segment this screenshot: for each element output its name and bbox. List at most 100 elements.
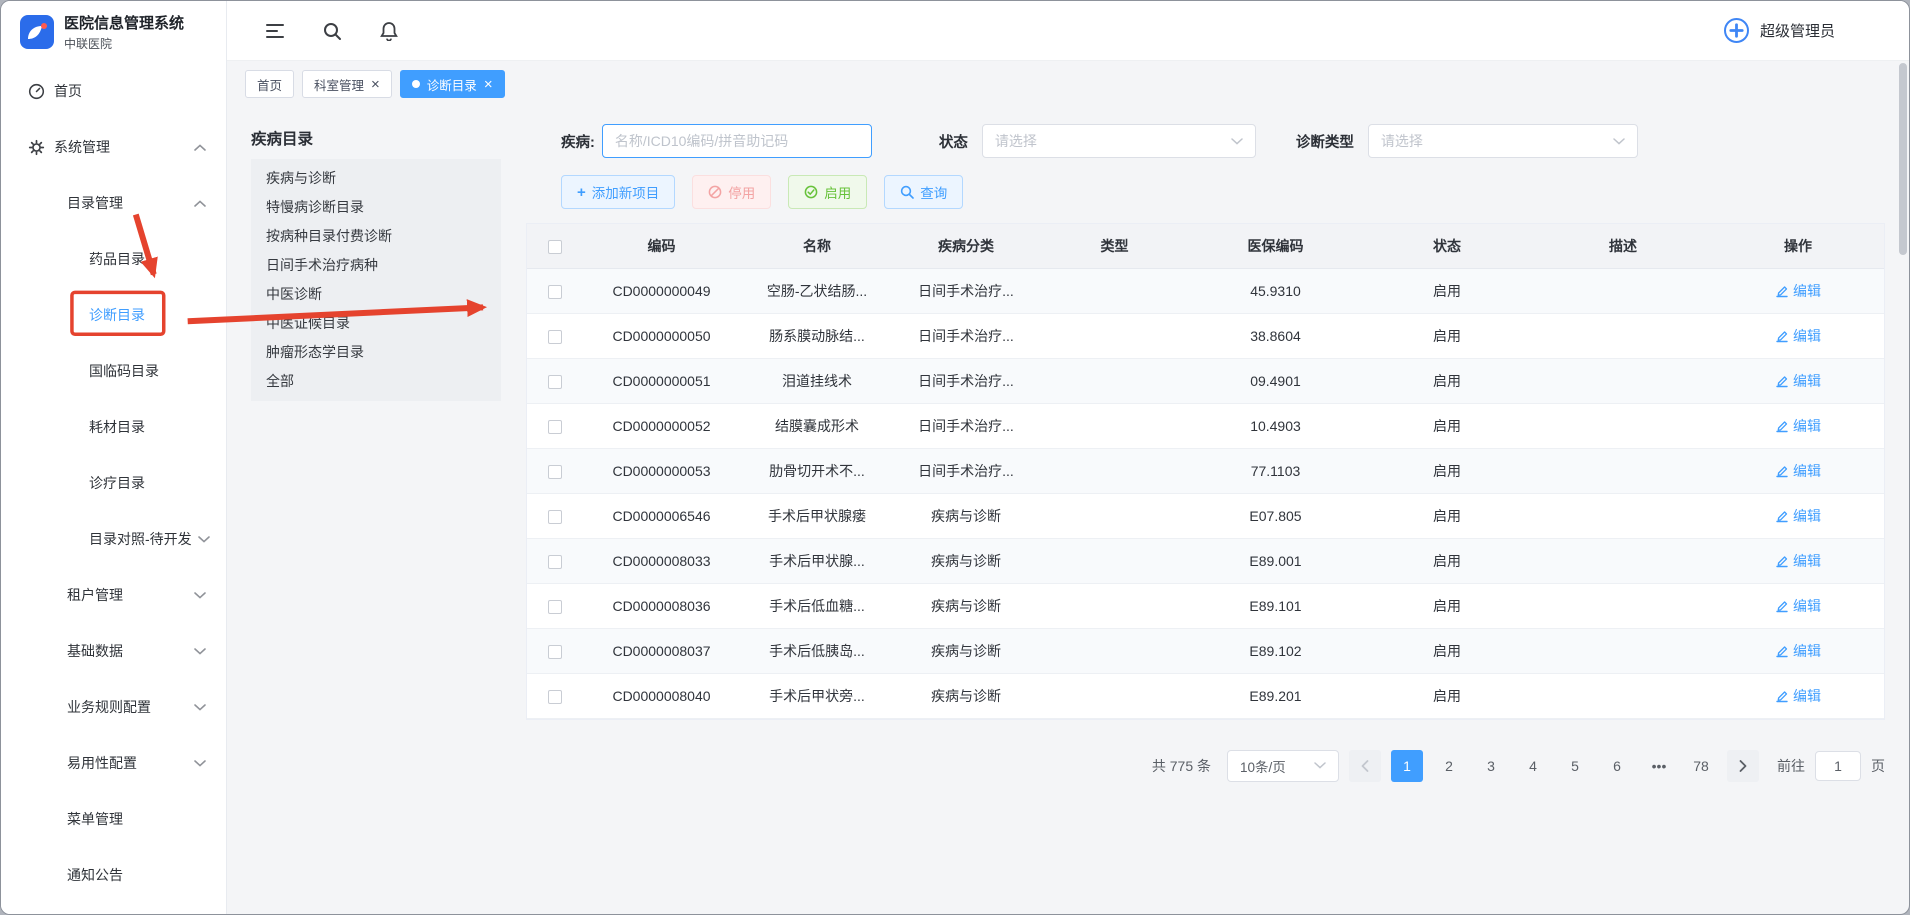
catalog-item[interactable]: 中医证候目录 <box>251 309 501 338</box>
edit-button[interactable]: 编辑 <box>1775 641 1821 661</box>
brand-text: 医院信息管理系统 中联医院 <box>64 12 184 52</box>
catalog-item[interactable]: 按病种目录付费诊断 <box>251 222 501 251</box>
sidebar-item-consumables-catalog[interactable]: 耗材目录 <box>1 399 226 455</box>
sidebar-item-diagnosis-catalog[interactable]: 诊断目录 <box>1 287 226 343</box>
cell-insurance-code: 38.8604 <box>1191 313 1360 358</box>
page-number-button[interactable]: 3 <box>1475 750 1507 782</box>
menu-item-label: 目录对照-待开发 <box>89 529 192 549</box>
cell-description <box>1534 448 1712 493</box>
edit-button[interactable]: 编辑 <box>1775 551 1821 571</box>
sidebar: 医院信息管理系统 中联医院 首页 系统管理 目录管理 药品目录 诊断目录 <box>1 1 227 914</box>
sidebar-item-national-code-catalog[interactable]: 国临码目录 <box>1 343 226 399</box>
column-header-checkbox <box>527 224 583 268</box>
disease-search-input[interactable] <box>602 124 872 158</box>
sidebar-item-tenant-management[interactable]: 租户管理 <box>1 567 226 623</box>
menu-item-label: 耗材目录 <box>89 417 145 437</box>
bell-icon[interactable] <box>379 21 399 41</box>
cell-code: CD0000008037 <box>583 628 740 673</box>
app-subtitle: 中联医院 <box>64 35 184 52</box>
diagnosis-type-select[interactable]: 请选择 <box>1368 124 1638 158</box>
status-select[interactable]: 请选择 <box>982 124 1256 158</box>
enable-button[interactable]: 启用 <box>788 175 867 209</box>
sidebar-item-business-rules-config[interactable]: 业务规则配置 <box>1 679 226 735</box>
column-header-insurance-code: 医保编码 <box>1191 224 1360 268</box>
user-menu[interactable]: 超级管理员 <box>1723 17 1835 44</box>
sidebar-item-usability-config[interactable]: 易用性配置 <box>1 735 226 791</box>
row-checkbox[interactable] <box>548 510 562 524</box>
row-checkbox[interactable] <box>548 555 562 569</box>
add-item-button[interactable]: + 添加新项目 <box>561 175 675 209</box>
edit-button[interactable]: 编辑 <box>1775 326 1821 346</box>
close-icon[interactable]: × <box>484 77 493 92</box>
edit-button[interactable]: 编辑 <box>1775 371 1821 391</box>
row-checkbox[interactable] <box>548 600 562 614</box>
diagnosis-type-label: 诊断类型 <box>1296 131 1354 152</box>
cell-insurance-code: E89.102 <box>1191 628 1360 673</box>
page-number-button[interactable]: ••• <box>1643 750 1675 782</box>
scrollbar-thumb[interactable] <box>1899 63 1907 255</box>
edit-icon <box>1775 464 1789 478</box>
catalog-item[interactable]: 疾病与诊断 <box>251 164 501 193</box>
goto-page-input[interactable] <box>1815 751 1861 781</box>
sidebar-item-catalog-mapping[interactable]: 目录对照-待开发 <box>1 511 226 567</box>
row-checkbox[interactable] <box>548 330 562 344</box>
query-button[interactable]: 查询 <box>884 175 963 209</box>
medical-plus-icon <box>1723 17 1750 44</box>
close-icon[interactable]: × <box>371 77 380 92</box>
tab-department-management[interactable]: 科室管理 × <box>302 70 392 98</box>
chevron-down-icon <box>194 704 206 711</box>
next-page-button[interactable] <box>1727 750 1759 782</box>
edit-button[interactable]: 编辑 <box>1775 596 1821 616</box>
catalog-item[interactable]: 日间手术治疗病种 <box>251 251 501 280</box>
disable-button[interactable]: 停用 <box>692 175 771 209</box>
row-checkbox[interactable] <box>548 645 562 659</box>
row-checkbox[interactable] <box>548 375 562 389</box>
cell-category: 日间手术治疗... <box>894 268 1038 313</box>
cell-actions: 编辑 <box>1712 538 1884 583</box>
edit-button[interactable]: 编辑 <box>1775 506 1821 526</box>
catalog-item[interactable]: 中医诊断 <box>251 280 501 309</box>
sidebar-item-catalog-management[interactable]: 目录管理 <box>1 175 226 231</box>
catalog-item[interactable]: 特慢病诊断目录 <box>251 193 501 222</box>
scrollbar[interactable] <box>1899 63 1907 910</box>
sidebar-item-home[interactable]: 首页 <box>1 63 226 119</box>
cell-category: 疾病与诊断 <box>894 673 1038 718</box>
sidebar-item-notice[interactable]: 通知公告 <box>1 847 226 903</box>
catalog-item[interactable]: 全部 <box>251 367 501 396</box>
page-number-button[interactable]: 2 <box>1433 750 1465 782</box>
edit-button[interactable]: 编辑 <box>1775 686 1821 706</box>
row-checkbox[interactable] <box>548 690 562 704</box>
edit-button[interactable]: 编辑 <box>1775 281 1821 301</box>
menu-item-label: 诊断目录 <box>89 305 145 325</box>
page-number-button[interactable]: 4 <box>1517 750 1549 782</box>
row-checkbox[interactable] <box>548 420 562 434</box>
page-number-button[interactable]: 5 <box>1559 750 1591 782</box>
sidebar-item-system-management[interactable]: 系统管理 <box>1 119 226 175</box>
tab-diagnosis-catalog[interactable]: 诊断目录 × <box>400 70 505 98</box>
cell-name: 泪道挂线术 <box>740 358 894 403</box>
column-header-description: 描述 <box>1534 224 1712 268</box>
cell-name: 手术后低胰岛... <box>740 628 894 673</box>
row-checkbox[interactable] <box>548 465 562 479</box>
catalog-item[interactable]: 肿瘤形态学目录 <box>251 338 501 367</box>
sidebar-item-drug-catalog[interactable]: 药品目录 <box>1 231 226 287</box>
sidebar-item-basic-data[interactable]: 基础数据 <box>1 623 226 679</box>
sidebar-item-treatment-catalog[interactable]: 诊疗目录 <box>1 455 226 511</box>
row-checkbox[interactable] <box>548 285 562 299</box>
table-row: CD0000006546 手术后甲状腺瘘 疾病与诊断 E07.805 启用 <box>527 493 1884 538</box>
page-size-select[interactable]: 10条/页 <box>1227 750 1339 782</box>
page-number-button[interactable]: 1 <box>1391 750 1423 782</box>
page-number-button[interactable]: 6 <box>1601 750 1633 782</box>
search-icon[interactable] <box>322 21 342 41</box>
tab-home[interactable]: 首页 <box>245 70 294 98</box>
menu-collapse-icon[interactable] <box>265 21 285 41</box>
cell-description <box>1534 538 1712 583</box>
edit-button[interactable]: 编辑 <box>1775 416 1821 436</box>
prev-page-button[interactable] <box>1349 750 1381 782</box>
select-all-checkbox[interactable] <box>548 240 562 254</box>
edit-button[interactable]: 编辑 <box>1775 461 1821 481</box>
page-number-button[interactable]: 78 <box>1685 750 1717 782</box>
disease-label: 疾病: <box>561 131 595 152</box>
table-row: CD0000008040 手术后甲状旁... 疾病与诊断 E89.201 启用 <box>527 673 1884 718</box>
sidebar-item-menu-management[interactable]: 菜单管理 <box>1 791 226 847</box>
